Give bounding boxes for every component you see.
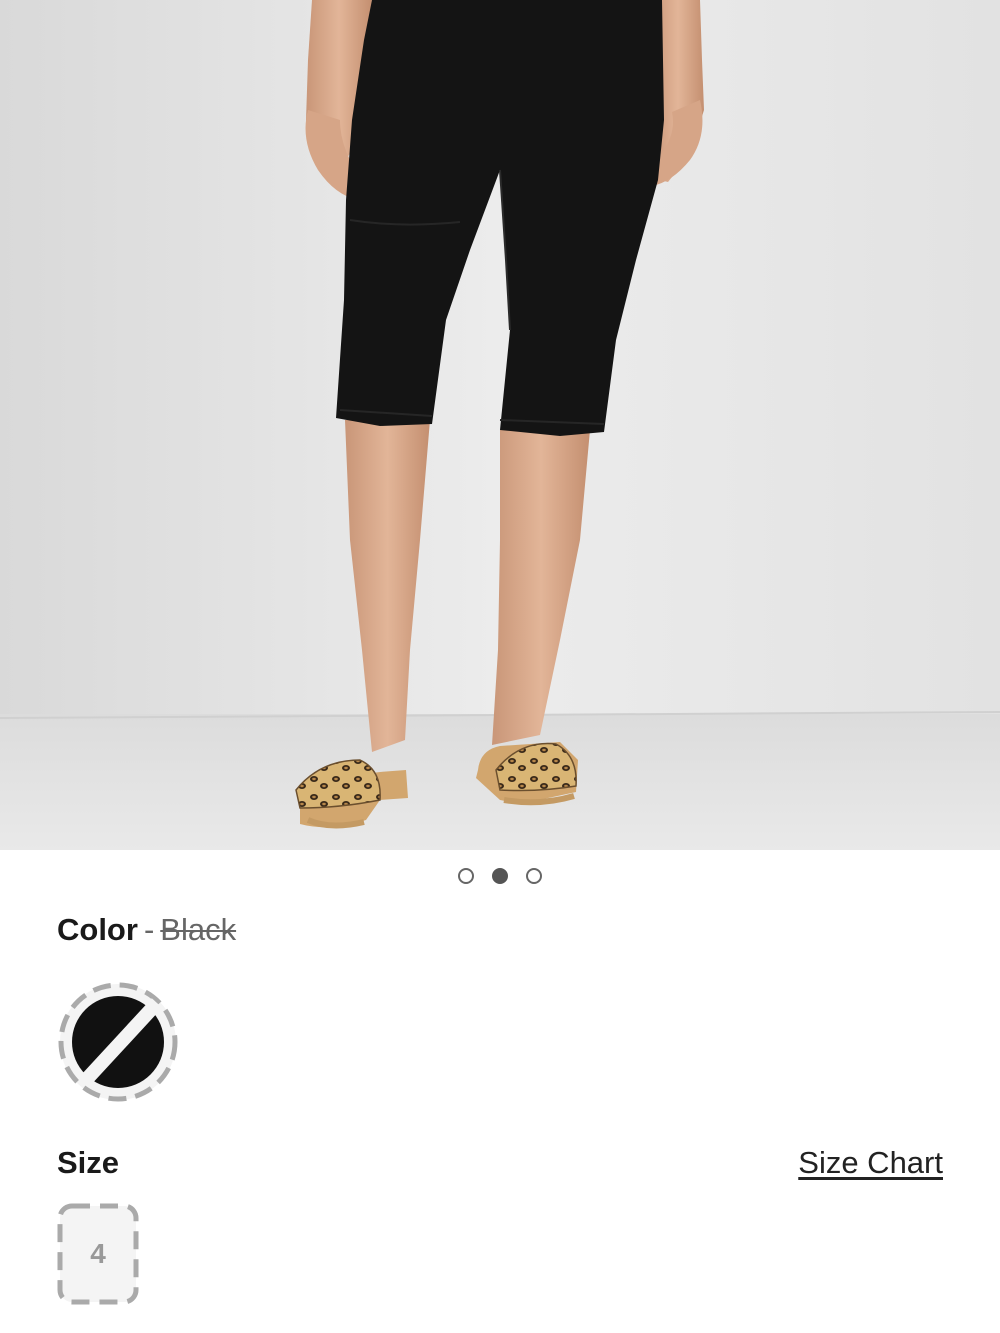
carousel-dot-3[interactable] [526,868,542,884]
selected-color-value: Black [160,912,237,947]
color-label: Color [57,912,138,947]
size-label: Size [57,1145,120,1180]
color-separator: - [143,912,155,947]
color-heading: Color - Black [57,910,236,950]
carousel-dot-1[interactable] [458,868,474,884]
product-image[interactable] [0,0,1000,850]
size-chart-link[interactable]: Size Chart [798,1143,943,1183]
carousel-dot-2-active[interactable] [492,868,508,884]
size-option-4-unavailable[interactable]: 4 [57,1203,139,1305]
image-carousel-dots [0,868,1000,884]
unavailable-swatch-icon [58,982,178,1102]
product-detail-page: Color - Black Size Size Chart 4 [0,0,1000,1333]
product-photo [0,0,1000,850]
size-option-label: 4 [90,1238,106,1269]
color-swatch-black-unavailable[interactable] [57,981,179,1103]
